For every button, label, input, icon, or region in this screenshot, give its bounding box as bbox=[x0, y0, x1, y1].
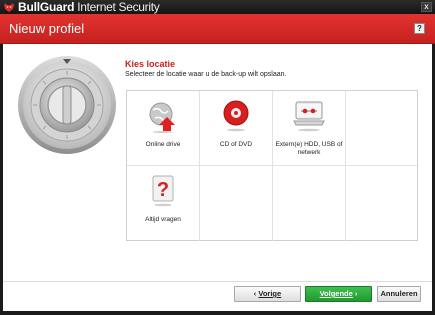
close-button[interactable]: x bbox=[421, 2, 432, 12]
option-label: Extern(e) HDD, USB of netwerk bbox=[275, 141, 343, 156]
next-label: Volgende bbox=[319, 289, 353, 298]
wizard-header: Nieuw profiel ? bbox=[0, 14, 435, 44]
option-label: CD of DVD bbox=[219, 141, 253, 148]
external-drive-icon bbox=[293, 101, 325, 132]
page-title: Nieuw profiel bbox=[9, 21, 85, 36]
option-cd-dvd[interactable]: CD of DVD bbox=[200, 91, 273, 166]
svg-text:?: ? bbox=[157, 179, 169, 201]
section-subtitle: Selecteer de locatie waar u de back-up w… bbox=[125, 71, 287, 78]
option-online-drive[interactable]: Online drive bbox=[127, 91, 200, 166]
help-button[interactable]: ? bbox=[414, 23, 425, 34]
backup-dial-icon bbox=[18, 56, 116, 154]
app-window: BullGuard Internet Security x Nieuw prof… bbox=[0, 0, 435, 315]
previous-button[interactable]: ‹ Vorige bbox=[234, 286, 301, 302]
previous-label: Vorige bbox=[258, 289, 282, 298]
question-icon: ? bbox=[152, 175, 174, 207]
option-always-ask[interactable]: ? Altijd vragen bbox=[127, 166, 200, 241]
chevron-right-icon: › bbox=[352, 289, 358, 298]
empty-tile bbox=[346, 166, 419, 241]
online-drive-icon bbox=[149, 102, 175, 133]
section-title: Kies locatie bbox=[125, 59, 176, 69]
product-name: Internet Security bbox=[77, 0, 160, 14]
wizard-content: Kies locatie Selecteer de locatie waar u… bbox=[3, 44, 432, 281]
wizard-footer: ‹ Vorige Volgende › Annuleren bbox=[3, 282, 432, 311]
title-bar[interactable]: BullGuard Internet Security x bbox=[0, 0, 435, 14]
brand: BullGuard Internet Security bbox=[3, 0, 160, 14]
location-grid: Online drive CD of DVD Extern(e) HDD, US… bbox=[126, 90, 419, 241]
option-label: Online drive bbox=[145, 141, 181, 148]
cancel-button[interactable]: Annuleren bbox=[377, 286, 421, 302]
empty-tile bbox=[346, 91, 419, 166]
empty-tile bbox=[200, 166, 273, 241]
option-external-drive[interactable]: Extern(e) HDD, USB of netwerk bbox=[273, 91, 346, 166]
brand-name: BullGuard bbox=[18, 0, 75, 14]
empty-tile bbox=[273, 166, 346, 241]
option-label: Altijd vragen bbox=[145, 216, 181, 223]
bullguard-logo-icon bbox=[4, 2, 14, 12]
next-button[interactable]: Volgende › bbox=[305, 286, 372, 302]
cd-dvd-icon bbox=[223, 100, 249, 132]
